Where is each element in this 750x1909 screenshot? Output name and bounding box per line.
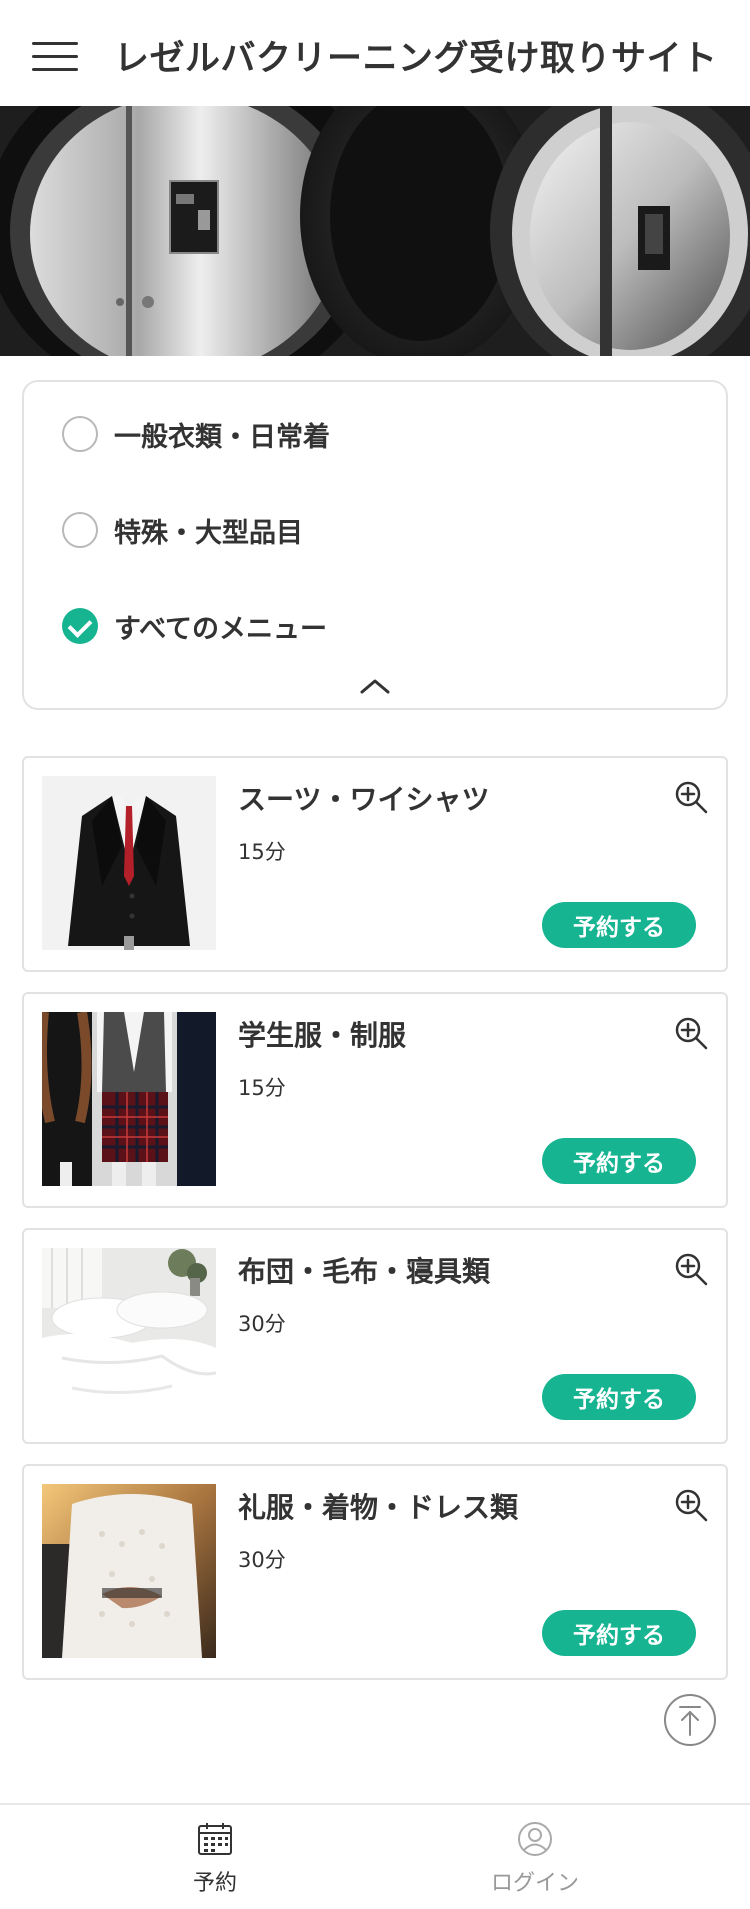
service-duration: 30分 bbox=[238, 1548, 286, 1572]
school-uniform-photo bbox=[42, 1012, 216, 1186]
service-name: 布団・毛布・寝具類 bbox=[238, 1255, 491, 1288]
nav-label-reservation: 予約 bbox=[192, 1871, 237, 1896]
filter-option-all[interactable]: すべてのメニュー bbox=[62, 604, 327, 648]
zoom-in-icon[interactable] bbox=[674, 1252, 708, 1286]
reserve-button[interactable]: 予約する bbox=[542, 902, 696, 948]
dress-photo bbox=[42, 1484, 216, 1658]
reserve-button[interactable]: 予約する bbox=[542, 1374, 696, 1420]
nav-item-reservation[interactable]: 予約 bbox=[115, 1805, 315, 1909]
zoom-in-icon[interactable] bbox=[674, 780, 708, 814]
app-header: レゼルバクリーニング受け取りサイト bbox=[0, 0, 750, 106]
radio-button-checked[interactable] bbox=[62, 608, 98, 644]
filter-option-special[interactable]: 特殊・大型品目 bbox=[62, 508, 303, 552]
back-to-top-icon[interactable] bbox=[663, 1693, 717, 1747]
bottom-navigation: 予約 ログイン bbox=[0, 1803, 750, 1909]
calendar-icon bbox=[198, 1823, 232, 1855]
user-icon bbox=[518, 1822, 552, 1856]
filter-label-general: 一般衣類・日常着 bbox=[114, 421, 330, 453]
service-card-uniform: 学生服・制服 15分 予約する bbox=[22, 992, 728, 1208]
zoom-in-icon[interactable] bbox=[674, 1488, 708, 1522]
chevron-up-icon[interactable] bbox=[360, 678, 390, 694]
service-card-formal: 礼服・着物・ドレス類 30分 予約する bbox=[22, 1464, 728, 1680]
filter-option-general[interactable]: 一般衣類・日常着 bbox=[62, 412, 330, 456]
radio-button[interactable] bbox=[62, 416, 98, 452]
service-card-suit: スーツ・ワイシャツ 15分 予約する bbox=[22, 756, 728, 972]
filter-label-all: すべてのメニュー bbox=[114, 613, 328, 645]
bedding-photo bbox=[42, 1248, 216, 1422]
radio-button[interactable] bbox=[62, 512, 98, 548]
service-duration: 30分 bbox=[238, 1312, 286, 1336]
category-filter-panel: 一般衣類・日常着 特殊・大型品目 すべてのメニュー bbox=[22, 380, 728, 710]
service-name: スーツ・ワイシャツ bbox=[238, 783, 490, 816]
suit-jacket-photo bbox=[42, 776, 216, 950]
nav-item-login[interactable]: ログイン bbox=[435, 1805, 635, 1909]
service-name: 礼服・着物・ドレス類 bbox=[238, 1491, 519, 1524]
reserve-button[interactable]: 予約する bbox=[542, 1138, 696, 1184]
reserve-button[interactable]: 予約する bbox=[542, 1610, 696, 1656]
filter-label-special: 特殊・大型品目 bbox=[114, 517, 303, 549]
site-title: レゼルバクリーニング受け取りサイト bbox=[114, 39, 718, 79]
nav-label-login: ログイン bbox=[490, 1871, 579, 1896]
service-duration: 15分 bbox=[238, 840, 286, 864]
hamburger-menu-icon[interactable] bbox=[32, 38, 78, 72]
service-name: 学生服・制服 bbox=[238, 1019, 407, 1052]
service-card-bedding: 布団・毛布・寝具類 30分 予約する bbox=[22, 1228, 728, 1444]
zoom-in-icon[interactable] bbox=[674, 1016, 708, 1050]
hero-image bbox=[0, 106, 750, 356]
service-duration: 15分 bbox=[238, 1076, 286, 1100]
